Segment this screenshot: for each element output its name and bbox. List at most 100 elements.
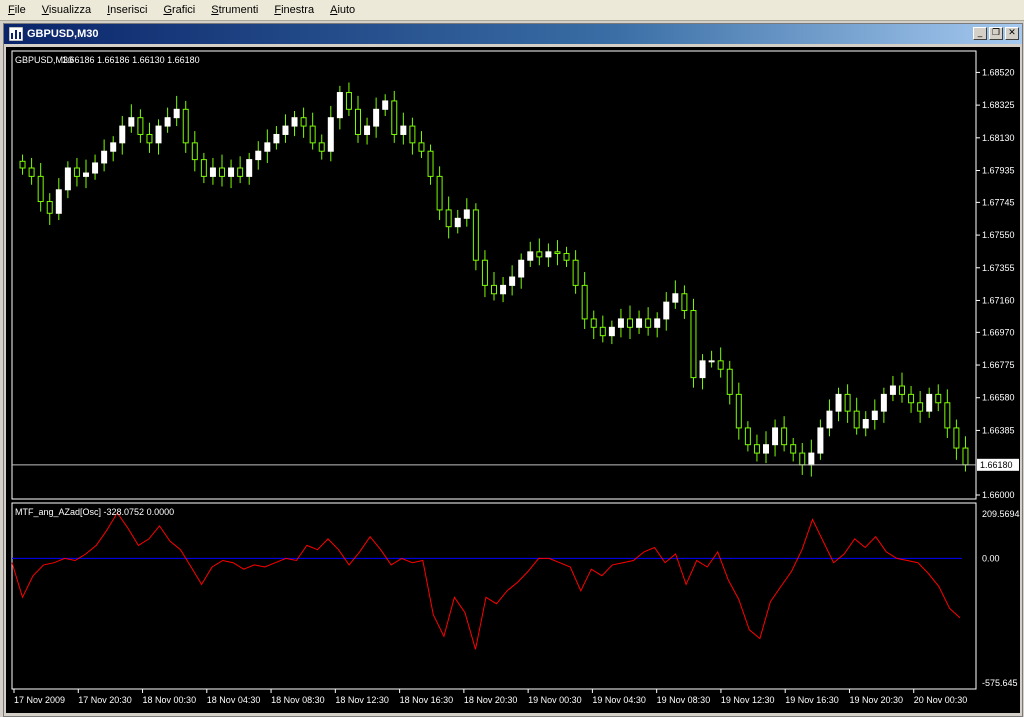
candle-body (237, 167, 244, 177)
indicator-header: MTF_ang_AZad[Osc] -328.0752 0.0000 (15, 507, 174, 517)
candle-body (908, 393, 915, 404)
menu-item-aiuto[interactable]: Aiuto (322, 0, 363, 20)
price-header-ohlc: 1.66186 1.66186 1.66130 1.66180 (62, 55, 200, 65)
candle-body (37, 175, 44, 203)
candle-body (935, 393, 942, 404)
minimize-button[interactable]: _ (973, 27, 987, 40)
time-tick-label: 18 Nov 20:30 (464, 695, 518, 705)
candle-body (654, 318, 661, 328)
candle-body (944, 402, 951, 429)
menu-bar: File Visualizza Inserisci Grafici Strumenti F… (0, 0, 1024, 21)
chart-area[interactable]: 1.68520 1.68325 1.68130 1.67935 1.67745 1.675… (6, 47, 1020, 713)
candle-body (790, 444, 797, 454)
close-button[interactable]: ✕ (1005, 27, 1019, 40)
candle-body (844, 393, 851, 412)
window-title: GBPUSD,M30 (27, 28, 99, 40)
candle-body (246, 159, 253, 177)
candle-body (427, 150, 434, 177)
indicator-top-label: 209.5694 (982, 509, 1020, 519)
candle-body (46, 201, 53, 214)
indicator-panel-frame (11, 502, 977, 690)
candle-body (835, 393, 842, 412)
menu-item-finestra[interactable]: Finestra (266, 0, 322, 20)
menu-item-strumenti[interactable]: Strumenti (203, 0, 266, 20)
candle-body (155, 125, 162, 144)
price-tick-label: 1.66580 (982, 393, 1015, 403)
candle-body (781, 427, 788, 446)
indicator-line (11, 511, 961, 650)
candle-body (871, 410, 878, 421)
candle-body (772, 427, 779, 446)
candle-body (101, 150, 108, 164)
candle-body (889, 385, 896, 395)
candle-body (926, 393, 933, 412)
candle-body (146, 133, 153, 144)
candle-body (119, 125, 126, 144)
candle-body (672, 293, 679, 303)
candle-body (862, 419, 869, 429)
maximize-button[interactable]: ❐ (989, 27, 1003, 40)
candle-body (83, 172, 89, 177)
time-tick-label: 19 Nov 16:30 (785, 695, 839, 705)
price-tick-label: 1.67935 (982, 166, 1015, 176)
candle-body (500, 284, 507, 295)
candle-body (518, 259, 525, 278)
candle-body (173, 108, 180, 119)
price-tick-label: 1.67160 (982, 295, 1015, 305)
candle-body (318, 142, 325, 152)
time-tick-label: 19 Nov 20:30 (849, 695, 903, 705)
candle-body (608, 326, 615, 337)
candle-body (808, 452, 815, 466)
candle-body (617, 318, 624, 328)
time-tick-label: 18 Nov 12:30 (335, 695, 389, 705)
price-tick-label: 1.68325 (982, 100, 1015, 110)
indicator-bottom-label: -575.645 (982, 678, 1018, 688)
candle-body (92, 162, 99, 174)
menu-item-grafici[interactable]: Grafici (155, 0, 203, 20)
candle-body (219, 167, 225, 177)
candle-body (255, 150, 262, 161)
time-tick-label: 19 Nov 12:30 (721, 695, 775, 705)
time-tick-label: 18 Nov 16:30 (400, 695, 454, 705)
menu-item-file[interactable]: File (0, 0, 34, 20)
candle-body (327, 117, 334, 152)
time-tick-label: 18 Nov 04:30 (207, 695, 261, 705)
price-tick-label: 1.66775 (982, 360, 1015, 370)
candle-body (699, 360, 706, 379)
price-tick-label: 1.68520 (982, 67, 1015, 77)
candle-body (536, 251, 543, 258)
candle-body (817, 427, 824, 454)
time-tick-label: 18 Nov 00:30 (143, 695, 197, 705)
candle-body (336, 92, 343, 119)
price-tick-label: 1.66385 (982, 425, 1015, 435)
price-tick-label: 1.66970 (982, 327, 1015, 337)
candle-body (545, 251, 552, 258)
candle-body (509, 276, 516, 286)
candle-body (400, 125, 407, 135)
menu-item-inserisci[interactable]: Inserisci (99, 0, 155, 20)
candle-body (953, 427, 960, 449)
price-tick-label: 1.67745 (982, 197, 1015, 207)
time-tick-label: 17 Nov 2009 (14, 695, 65, 705)
time-tick-label: 19 Nov 00:30 (528, 695, 582, 705)
time-tick-label: 17 Nov 20:30 (78, 695, 132, 705)
candle-body (264, 142, 271, 152)
minimize-icon: _ (977, 28, 983, 38)
candle-body (355, 108, 361, 135)
candle-body (645, 318, 652, 328)
candle-body (55, 189, 62, 214)
indicator-zero-label: 0.00 (982, 553, 1000, 563)
candle-body (282, 125, 289, 135)
candle-body (64, 167, 71, 191)
price-tick-label: 1.67550 (982, 230, 1015, 240)
candle-body (735, 393, 742, 429)
candle-body (73, 167, 80, 177)
chart-canvas[interactable]: 1.68520 1.68325 1.68130 1.67935 1.67745 1.675… (6, 47, 1020, 713)
candle-body (799, 452, 806, 466)
candle-body (627, 318, 633, 328)
menu-item-visualizza[interactable]: Visualizza (34, 0, 99, 20)
candle-body (491, 284, 497, 295)
window-titlebar[interactable]: GBPUSD,M30 _ ❐ ✕ (4, 24, 1022, 44)
candle-body (744, 427, 751, 446)
candle-body (345, 92, 352, 110)
